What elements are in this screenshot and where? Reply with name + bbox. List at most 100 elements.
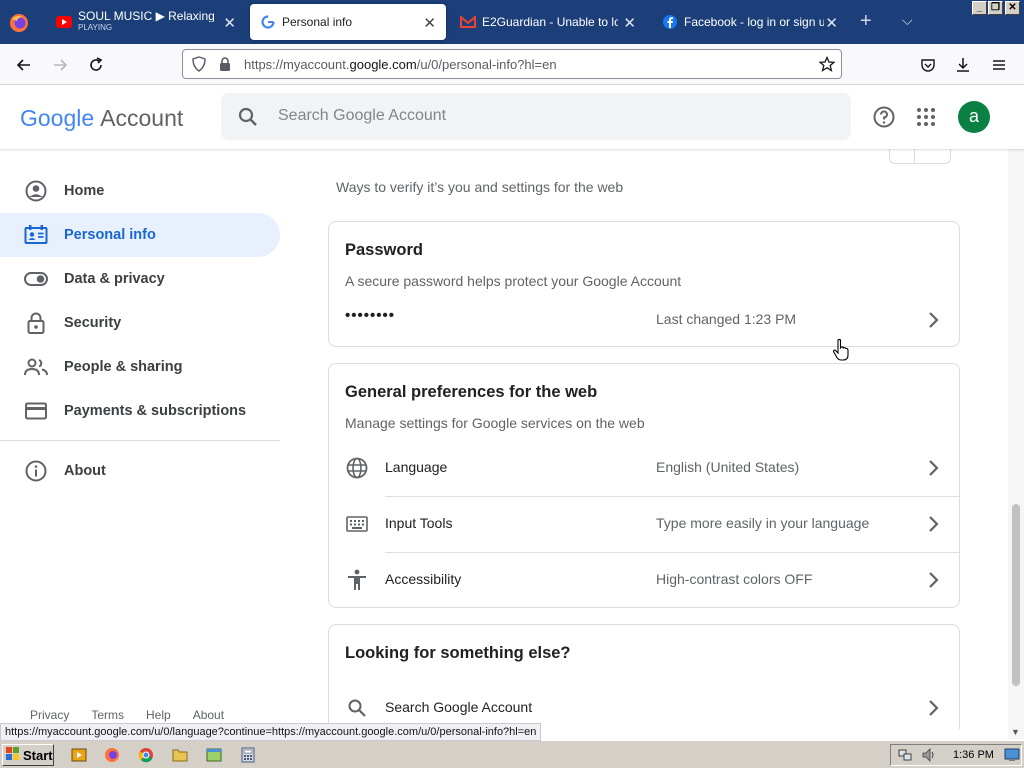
close-tab-icon[interactable]: ✕ <box>825 14 838 32</box>
tracking-protection-shield-icon[interactable] <box>191 56 207 72</box>
url-prefix: https://myaccount. <box>244 57 350 72</box>
sidebar-item-home[interactable]: Home <box>0 169 280 213</box>
search-input[interactable]: Search Google Account <box>278 107 446 125</box>
help-icon[interactable] <box>872 105 896 134</box>
google-apps-icon[interactable] <box>916 107 936 132</box>
footer-link-privacy[interactable]: Privacy <box>30 708 69 722</box>
password-card: Password A secure password helps protect… <box>328 221 960 347</box>
tab-e2guardian[interactable]: E2Guardian - Unable to load the page ✕ <box>450 4 646 40</box>
sidebar-item-security[interactable]: Security <box>0 301 280 345</box>
sidebar-item-label: Payments & subscriptions <box>64 403 247 419</box>
chevron-right-icon <box>929 516 939 532</box>
google-account-logo[interactable]: Google Account <box>20 105 183 132</box>
footer-links: Privacy Terms Help About <box>30 708 224 722</box>
minimize-window-icon[interactable]: _ <box>972 1 987 15</box>
back-icon[interactable] <box>11 52 37 78</box>
pocket-icon[interactable] <box>915 52 941 78</box>
folder-icon[interactable] <box>171 746 189 764</box>
tab-strip: SOUL MUSIC ▶ Relaxing soul PLAYING ✕ Per… <box>0 0 1024 44</box>
footer-link-terms[interactable]: Terms <box>91 708 124 722</box>
volume-icon[interactable] <box>920 746 938 764</box>
input-tools-row[interactable]: Input Tools Type more easily in your lan… <box>329 496 959 552</box>
chevron-right-icon <box>929 572 939 588</box>
card-title: Password <box>345 241 423 259</box>
people-icon <box>24 355 48 379</box>
media-player-icon[interactable] <box>70 746 88 764</box>
card-subtitle: A secure password helps protect your Goo… <box>345 273 682 289</box>
accessibility-row[interactable]: Accessibility High-contrast colors OFF <box>329 552 959 608</box>
navigation-toolbar: https://myaccount.google.com/u/0/persona… <box>0 44 1024 85</box>
sidebar-item-data-privacy[interactable]: Data & privacy <box>0 257 280 301</box>
footer-link-help[interactable]: Help <box>146 708 171 722</box>
scrollbar-thumb[interactable] <box>1012 504 1020 686</box>
main-content: Ways to verify it’s you and settings for… <box>280 149 1008 729</box>
sidebar-item-label: Home <box>64 183 105 199</box>
downloads-icon[interactable] <box>950 52 976 78</box>
chevron-right-icon <box>929 460 939 476</box>
info-icon <box>24 459 48 483</box>
close-tab-icon[interactable]: ✕ <box>223 14 236 32</box>
new-tab-icon[interactable]: + <box>860 10 872 33</box>
gmail-icon <box>460 14 476 30</box>
chevron-right-icon <box>929 700 939 716</box>
masked-password: •••••••• <box>345 307 396 324</box>
sidebar-item-people-sharing[interactable]: People & sharing <box>0 345 280 389</box>
start-label: Start <box>23 747 53 763</box>
card-subtitle: Manage settings for Google services on t… <box>345 415 645 431</box>
row-label: Accessibility <box>385 571 462 587</box>
close-tab-icon[interactable]: ✕ <box>423 14 436 32</box>
account-circle-icon <box>24 179 48 203</box>
tab-personal-info[interactable]: Personal info ✕ <box>250 4 446 40</box>
chrome-icon[interactable] <box>137 746 155 764</box>
firefox-menu-icon[interactable] <box>8 12 30 34</box>
tab-soul-music[interactable]: SOUL MUSIC ▶ Relaxing soul PLAYING ✕ <box>46 4 246 40</box>
row-label: Language <box>385 459 448 475</box>
forward-icon[interactable] <box>47 52 73 78</box>
show-desktop-icon[interactable] <box>1003 746 1021 764</box>
explorer-window-icon[interactable] <box>205 746 223 764</box>
avatar[interactable]: a <box>958 101 990 133</box>
account-logo-word: Account <box>100 105 184 131</box>
sidebar-item-payments[interactable]: Payments & subscriptions <box>0 389 280 433</box>
restore-window-icon[interactable]: ❐ <box>988 1 1003 15</box>
sidebar: Home Personal info Data & privacy Securi… <box>0 149 280 729</box>
chevron-right-icon <box>929 312 939 328</box>
start-button[interactable]: Start <box>2 744 54 766</box>
windows-logo-icon <box>6 746 20 764</box>
network-icon[interactable] <box>896 746 914 764</box>
sidebar-item-label: About <box>64 463 106 479</box>
sidebar-item-personal-info[interactable]: Personal info <box>0 213 280 257</box>
bookmark-star-icon[interactable] <box>818 55 836 72</box>
firefox-icon[interactable] <box>103 746 121 764</box>
tab-facebook[interactable]: Facebook - log in or sign up ✕ <box>652 4 848 40</box>
credit-card-icon <box>24 399 48 423</box>
search-icon[interactable] <box>237 106 259 133</box>
password-row[interactable]: •••••••• Last changed 1:23 PM <box>329 292 959 348</box>
account-search-box[interactable]: Search Google Account <box>221 93 851 140</box>
reload-icon[interactable] <box>83 52 109 78</box>
accessibility-icon <box>345 568 369 592</box>
taskbar-clock[interactable]: 1:36 PM <box>953 749 994 761</box>
calculator-icon[interactable] <box>239 746 257 764</box>
app-menu-icon[interactable] <box>986 52 1012 78</box>
card-title: Looking for something else? <box>345 644 571 662</box>
lock-icon[interactable] <box>217 56 233 72</box>
google-logo-word: Google <box>20 105 95 131</box>
footer-link-about[interactable]: About <box>193 708 224 722</box>
language-row[interactable]: Language English (United States) <box>329 440 959 496</box>
list-all-tabs-icon[interactable]: ⌵ <box>902 12 913 29</box>
close-tab-icon[interactable]: ✕ <box>623 14 636 32</box>
search-account-row[interactable]: Search Google Account <box>329 680 959 729</box>
system-tray: 1:36 PM <box>890 744 1022 766</box>
link-status-url: https://myaccount.google.com/u/0/languag… <box>0 723 542 741</box>
page-scrollbar[interactable]: ▼ <box>1008 149 1024 739</box>
close-window-icon[interactable]: ✕ <box>1005 1 1020 15</box>
scroll-down-arrow-icon[interactable]: ▼ <box>1011 727 1020 737</box>
sidebar-item-about[interactable]: About <box>0 449 280 493</box>
row-label: Input Tools <box>385 515 453 531</box>
sidebar-item-label: Security <box>64 315 122 331</box>
url-bar[interactable]: https://myaccount.google.com/u/0/persona… <box>182 49 842 79</box>
looking-for-something-else-card: Looking for something else? Search Googl… <box>328 624 960 729</box>
row-value: Type more easily in your language <box>656 515 870 531</box>
row-value: High-contrast colors OFF <box>656 571 813 587</box>
